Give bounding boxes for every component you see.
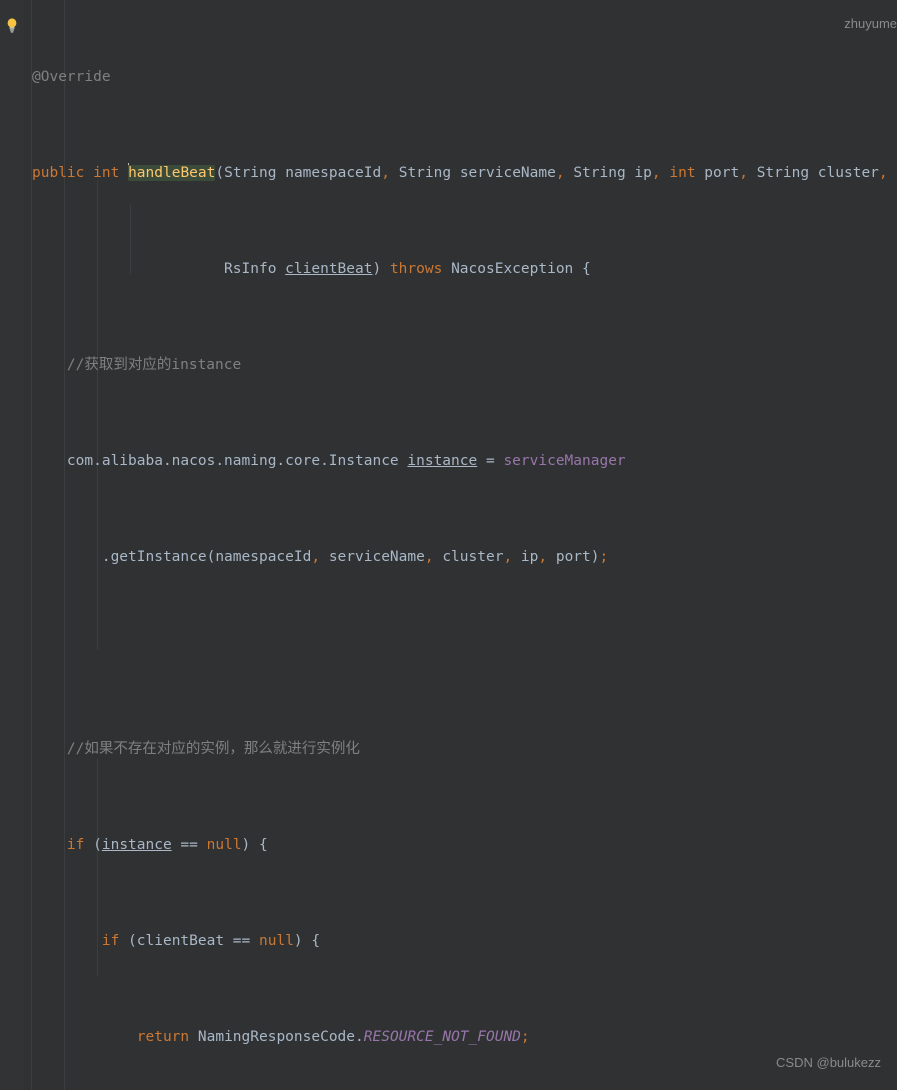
- code-editor[interactable]: @Override public int handleBeat(String n…: [0, 0, 897, 1090]
- code-line-blank[interactable]: [0, 641, 897, 665]
- method-name-handlebeat: handleBeat: [128, 165, 216, 181]
- code-line[interactable]: if (instance == null) {: [0, 833, 897, 857]
- code-line[interactable]: //如果不存在对应的实例，那么就进行实例化: [0, 737, 897, 761]
- watermark-bottom: CSDN @bulukezz: [776, 1055, 881, 1070]
- code-line[interactable]: public int handleBeat(String namespaceId…: [0, 161, 897, 185]
- code-content[interactable]: @Override public int handleBeat(String n…: [0, 0, 897, 1090]
- code-line[interactable]: //获取到对应的instance: [0, 353, 897, 377]
- code-line[interactable]: @Override: [0, 65, 897, 89]
- code-line[interactable]: return NamingResponseCode.RESOURCE_NOT_F…: [0, 1025, 897, 1049]
- lightbulb-intention-icon[interactable]: [5, 17, 19, 33]
- code-line[interactable]: if (clientBeat == null) {: [0, 929, 897, 953]
- code-line[interactable]: .getInstance(namespaceId, serviceName, c…: [0, 545, 897, 569]
- code-line[interactable]: RsInfo clientBeat) throws NacosException…: [0, 257, 897, 281]
- watermark-top: zhuyume: [844, 16, 897, 31]
- annotation-override: @Override: [32, 69, 111, 85]
- code-line[interactable]: com.alibaba.nacos.naming.core.Instance i…: [0, 449, 897, 473]
